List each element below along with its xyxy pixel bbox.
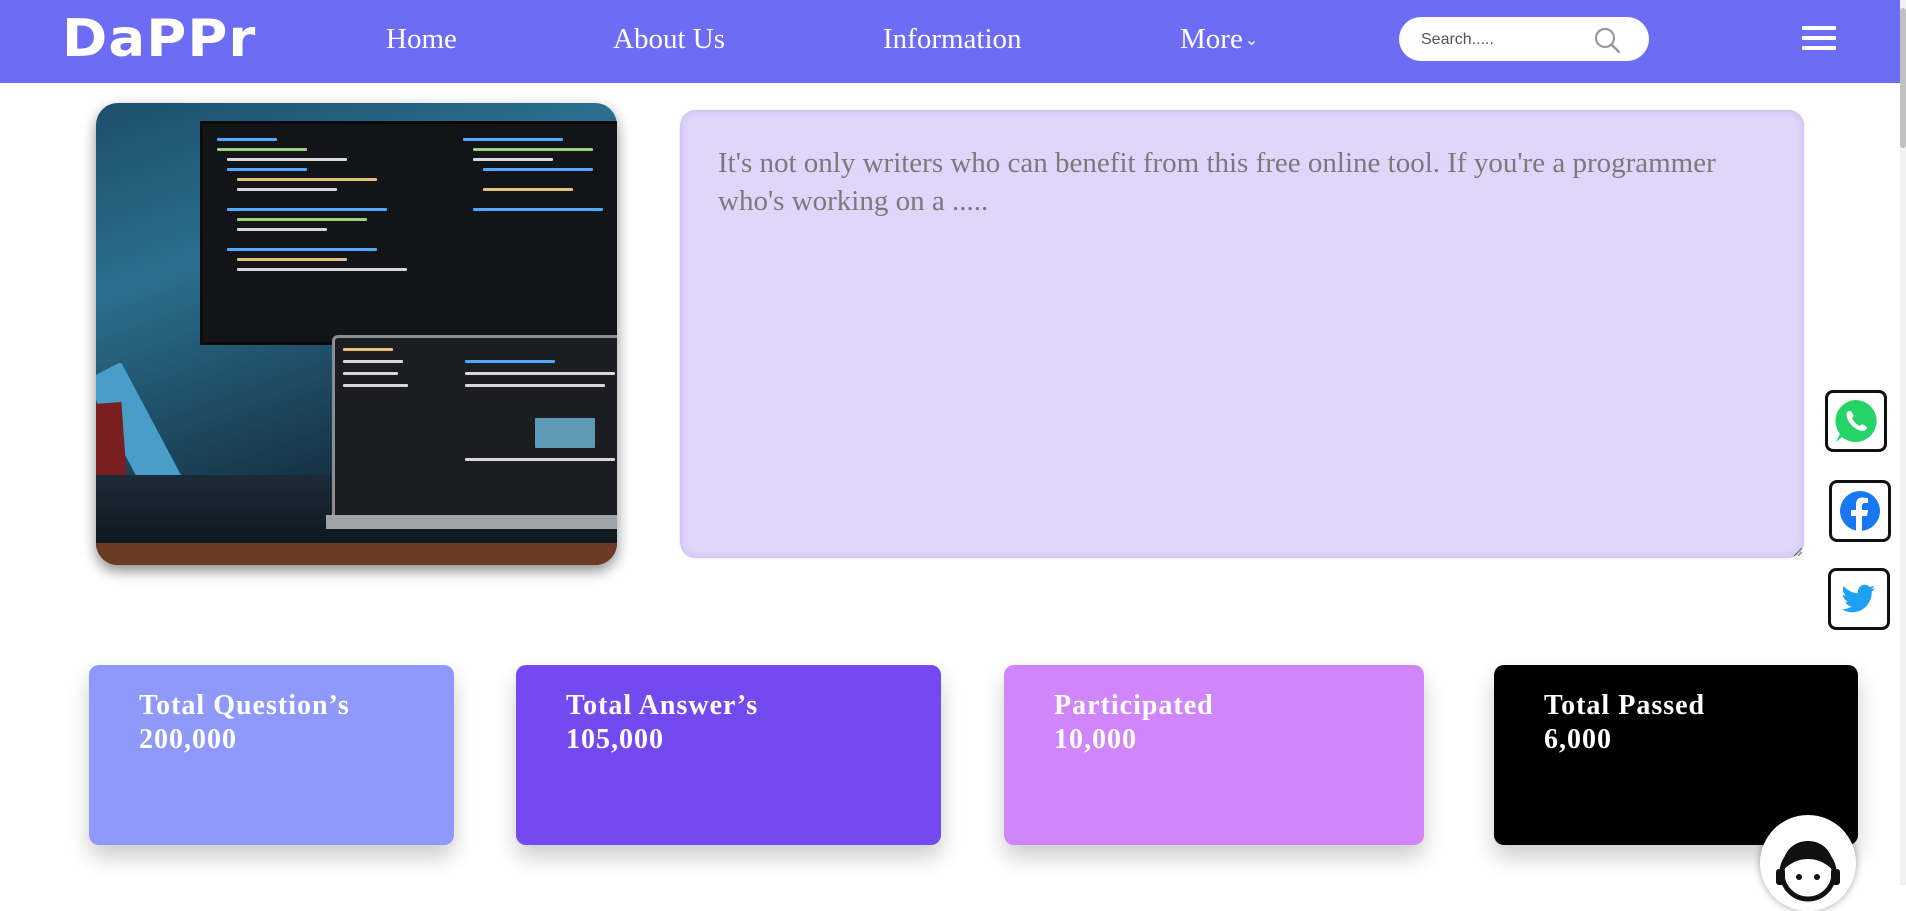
stat-value: 10,000 <box>1054 724 1137 755</box>
desk-edge <box>96 543 617 565</box>
nav-information-link[interactable]: Information <box>883 20 1022 58</box>
stat-label: Participated <box>1054 690 1214 721</box>
stat-value: 105,000 <box>566 724 664 755</box>
facebook-icon <box>1840 491 1880 531</box>
chevron-down-icon: ⌄ <box>1244 32 1259 50</box>
support-agent-icon <box>1776 841 1840 902</box>
nav-about-us-link[interactable]: About Us <box>613 20 725 58</box>
resize-handle-icon[interactable] <box>1792 546 1802 556</box>
stat-label: Total Passed <box>1544 690 1706 721</box>
laptop-illustration <box>332 335 617 521</box>
nav-more-dropdown[interactable]: More ⌄ <box>1180 20 1258 60</box>
textarea-placeholder: It's not only writers who can benefit fr… <box>718 147 1716 217</box>
stat-card-participated: Participated 10,000 <box>1004 665 1424 845</box>
twitter-icon <box>1841 584 1875 613</box>
search-bar <box>1399 17 1649 61</box>
stat-label: Total Answer’s <box>566 690 759 721</box>
top-navbar: DaPPr Home About Us Information More ⌄ <box>0 0 1900 83</box>
stat-card-total-questions: Total Question’s 200,000 <box>89 665 454 845</box>
brand-logo[interactable]: DaPPr <box>62 6 256 72</box>
nav-home-link[interactable]: Home <box>386 20 457 58</box>
stat-label: Total Question’s <box>139 690 350 721</box>
stat-value: 6,000 <box>1544 724 1612 755</box>
stat-value: 200,000 <box>139 724 237 755</box>
stat-card-total-answers: Total Answer’s 105,000 <box>516 665 941 845</box>
facebook-button[interactable] <box>1829 480 1891 542</box>
hero-image <box>96 103 617 565</box>
hamburger-menu-icon[interactable] <box>1802 26 1836 52</box>
laptop-base <box>326 515 617 529</box>
page-scrollbar[interactable] <box>1900 0 1906 885</box>
support-chat-button[interactable] <box>1760 815 1856 911</box>
twitter-button[interactable] <box>1828 568 1890 630</box>
message-textarea[interactable]: It's not only writers who can benefit fr… <box>680 110 1804 558</box>
search-icon[interactable] <box>1593 26 1621 54</box>
monitor-illustration <box>200 121 617 345</box>
whatsapp-icon <box>1835 400 1877 442</box>
whatsapp-button[interactable] <box>1825 390 1887 452</box>
nav-more-label: More <box>1180 23 1243 55</box>
scrollbar-thumb[interactable] <box>1900 8 1906 148</box>
search-input[interactable] <box>1419 26 1593 54</box>
